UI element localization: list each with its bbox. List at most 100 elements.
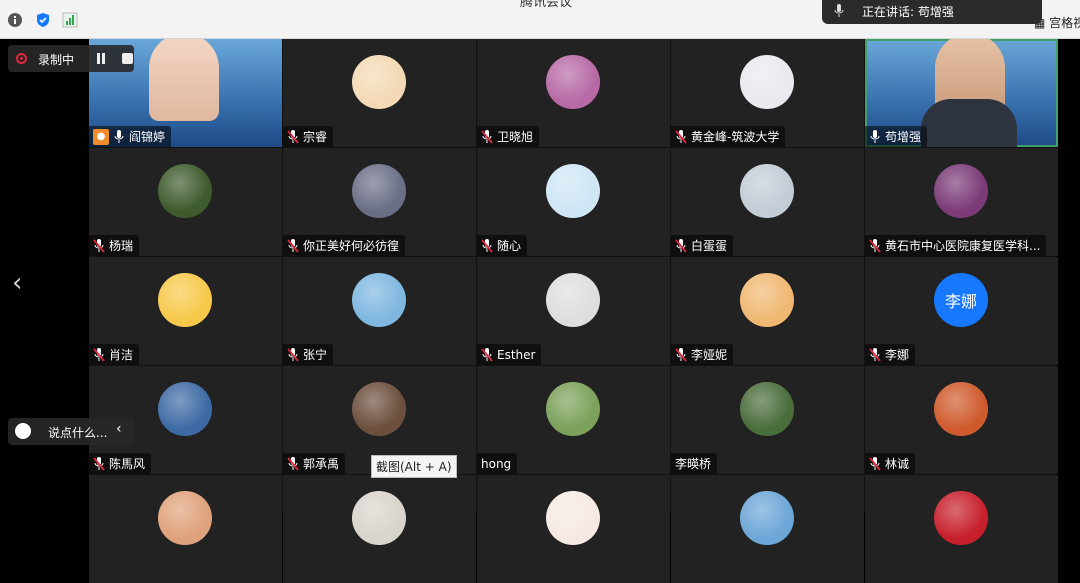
participant-name: 随心 [497, 239, 522, 253]
participant-tile[interactable]: Esther [477, 257, 670, 365]
participant-tile[interactable] [477, 475, 670, 583]
participant-nameplate: 肖洁 [89, 344, 140, 365]
muted-microphone-icon [481, 129, 493, 144]
right-margin [1056, 39, 1080, 513]
participant-tile[interactable]: hong [477, 366, 670, 474]
participant-nameplate: 黄金峰-筑波大学 [671, 126, 786, 147]
avatar [352, 273, 406, 327]
participant-tile[interactable]: 你正美好何必彷徨 [283, 148, 476, 256]
participant-nameplate: 林诚 [865, 453, 916, 474]
participant-name: 黄金峰-筑波大学 [691, 130, 780, 144]
participant-name: 肖洁 [109, 348, 134, 362]
collapse-chat-icon[interactable]: ‹ [116, 421, 122, 437]
participant-name: hong [481, 456, 512, 471]
participant-tile[interactable]: 林诚 [865, 366, 1058, 474]
muted-microphone-icon [869, 347, 881, 362]
avatar [546, 164, 600, 218]
avatar: 李娜 [934, 273, 988, 327]
screenshot-tooltip: 截图(Alt + A) [371, 455, 457, 478]
previous-page-arrow-icon[interactable]: ‹ [12, 268, 22, 298]
avatar [934, 164, 988, 218]
muted-microphone-icon [869, 456, 881, 471]
participant-nameplate: 张宁 [283, 344, 334, 365]
participant-name: 林诚 [885, 457, 910, 471]
active-speaker-text: 正在讲话: 苟增强 [862, 5, 954, 19]
participant-tile[interactable]: 李娅妮 [671, 257, 864, 365]
pause-recording-icon[interactable] [96, 53, 106, 64]
participant-name: 宗睿 [303, 130, 328, 144]
participant-tile[interactable]: 随心 [477, 148, 670, 256]
participant-nameplate: 李暎桥 [671, 453, 718, 474]
participant-nameplate: hong [477, 453, 518, 474]
muted-microphone-icon [287, 347, 299, 362]
emoji-icon[interactable] [15, 423, 31, 439]
participant-grid: ● 阎锦婷 宗睿 卫晓旭 黄金峰-筑波大学 苟增强杨瑞 你正美好何必彷徨 随心 白蛋蛋 黄石市中心… [89, 39, 1058, 583]
stop-recording-icon[interactable] [122, 53, 133, 64]
avatar [740, 382, 794, 436]
participant-video-body [921, 99, 1017, 147]
microphone-icon [114, 129, 124, 143]
avatar [352, 164, 406, 218]
avatar [158, 164, 212, 218]
participant-tile[interactable] [865, 475, 1058, 583]
participant-name: 李娅妮 [691, 348, 728, 362]
participant-nameplate: 宗睿 [283, 126, 334, 147]
shield-icon[interactable] [35, 12, 51, 28]
participant-tile[interactable] [283, 475, 476, 583]
muted-microphone-icon [869, 238, 881, 253]
chat-placeholder[interactable]: 说点什么... [48, 424, 107, 441]
participant-nameplate: 李娜 [865, 344, 916, 365]
participant-tile[interactable] [89, 475, 282, 583]
avatar [934, 491, 988, 545]
participant-nameplate: 黄石市中心医院康复医学科... [865, 235, 1047, 256]
muted-microphone-icon [93, 456, 105, 471]
participant-tile[interactable]: 杨瑞 [89, 148, 282, 256]
window-top-bar: 腾讯会议 03:29:13 ▦ 宫格视 正在讲话: 苟增强 [0, 0, 1080, 39]
participant-nameplate: 李娅妮 [671, 344, 734, 365]
avatar [740, 273, 794, 327]
participant-nameplate: ● 阎锦婷 [89, 126, 172, 147]
participant-tile[interactable] [671, 475, 864, 583]
muted-microphone-icon [93, 238, 105, 253]
avatar [158, 273, 212, 327]
record-dot-icon [16, 53, 27, 64]
participant-name: 张宁 [303, 348, 328, 362]
avatar [934, 382, 988, 436]
participant-name: 你正美好何必彷徨 [303, 239, 400, 253]
participant-tile[interactable]: 张宁 [283, 257, 476, 365]
participant-name: 郭承禹 [303, 457, 340, 471]
participant-name: 黄石市中心医院康复医学科... [885, 239, 1041, 253]
muted-microphone-icon [481, 238, 493, 253]
avatar [158, 382, 212, 436]
participant-nameplate: 杨瑞 [89, 235, 140, 256]
muted-microphone-icon [675, 129, 687, 144]
participant-name: 李暎桥 [675, 457, 712, 471]
participant-nameplate: 白蛋蛋 [671, 235, 734, 256]
participant-nameplate: 卫晓旭 [477, 126, 540, 147]
muted-microphone-icon [675, 238, 687, 253]
chat-input-bar[interactable]: 说点什么... ‹ [8, 418, 134, 445]
participant-tile[interactable]: 卫晓旭 [477, 39, 670, 147]
participant-tile[interactable]: 苟增强 [865, 39, 1058, 147]
network-signal-icon[interactable] [62, 12, 78, 28]
avatar [352, 55, 406, 109]
participant-video [149, 39, 219, 121]
participant-tile[interactable]: 李娜 李娜 [865, 257, 1058, 365]
info-icon[interactable] [7, 12, 23, 28]
participant-tile[interactable]: 黄金峰-筑波大学 [671, 39, 864, 147]
participant-tile[interactable]: 黄石市中心医院康复医学科... [865, 148, 1058, 256]
participant-tile[interactable]: 宗睿 [283, 39, 476, 147]
participant-tile[interactable]: 李暎桥 [671, 366, 864, 474]
recording-bar: 录制中 [8, 45, 134, 72]
recording-label: 录制中 [38, 53, 75, 67]
participant-nameplate: 郭承禹 [283, 453, 346, 474]
participant-nameplate: 你正美好何必彷徨 [283, 235, 406, 256]
participant-tile[interactable]: 肖洁 [89, 257, 282, 365]
muted-microphone-icon [287, 129, 299, 144]
participant-name: 苟增强 [885, 130, 922, 144]
avatar [740, 491, 794, 545]
muted-microphone-icon [675, 347, 687, 362]
participant-name: 卫晓旭 [497, 130, 534, 144]
avatar [546, 491, 600, 545]
participant-tile[interactable]: 白蛋蛋 [671, 148, 864, 256]
